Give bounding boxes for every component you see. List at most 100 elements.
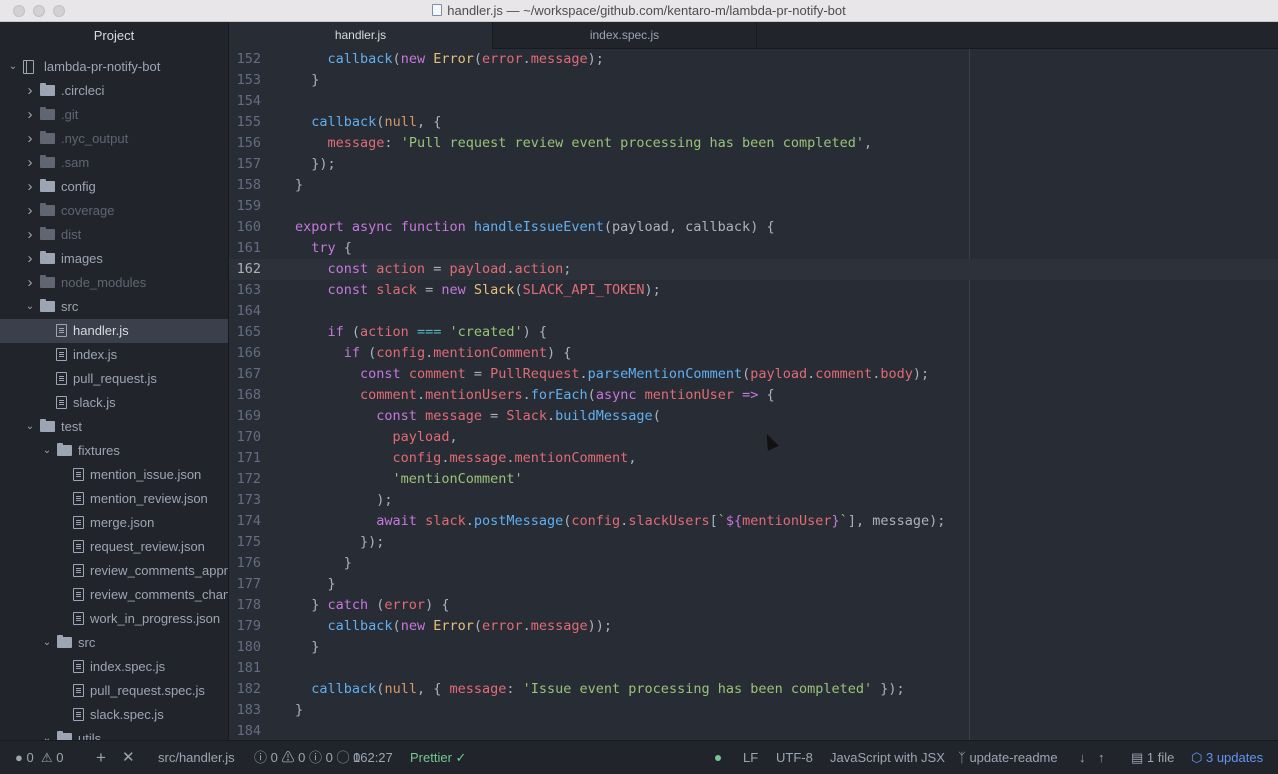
tree-file-item[interactable]: review_comments_appro [0, 559, 228, 583]
chevron-right-icon[interactable]: › [25, 151, 35, 175]
tree-folder-item[interactable]: › dist [0, 223, 228, 247]
tree-file-item[interactable]: mention_review.json [0, 487, 228, 511]
tree-folder-item[interactable]: › .sam [0, 151, 228, 175]
tree-file-item[interactable]: work_in_progress.json [0, 607, 228, 631]
line-number[interactable]: 172 [229, 469, 261, 490]
tree-file-item[interactable]: pull_request.js [0, 367, 228, 391]
linter-status[interactable]: ⓘ 0 ⚠ 0 ⓘ 0 ◯ 0 [254, 741, 360, 774]
line-number[interactable]: 183 [229, 700, 261, 721]
tree-file-item[interactable]: slack.spec.js [0, 703, 228, 727]
tree-folder-item[interactable]: › config [0, 175, 228, 199]
line-number[interactable]: 184 [229, 721, 261, 740]
tree-folder-item[interactable]: › images [0, 247, 228, 271]
chevron-right-icon[interactable]: › [25, 103, 35, 127]
chevron-down-icon[interactable]: ⌄ [25, 415, 35, 439]
line-number[interactable]: 181 [229, 658, 261, 679]
tree-folder-item[interactable]: ⌄ test [0, 415, 228, 439]
chevron-down-icon[interactable]: ⌄ [42, 439, 52, 463]
code-token: message [449, 450, 507, 466]
tree-file-item[interactable]: mention_issue.json [0, 463, 228, 487]
line-ending[interactable]: LF [743, 741, 758, 774]
push-icon[interactable]: ↑ [1098, 741, 1105, 774]
line-number[interactable]: 168 [229, 385, 261, 406]
line-number[interactable]: 166 [229, 343, 261, 364]
tree-file-item[interactable]: request_review.json [0, 535, 228, 559]
tree-file-item[interactable]: handler.js [0, 319, 228, 343]
tree-folder-item[interactable]: ⌄ lambda-pr-notify-bot [0, 55, 228, 79]
tree-file-item[interactable]: slack.js [0, 391, 228, 415]
line-number[interactable]: 176 [229, 553, 261, 574]
code-line: 177 } [229, 574, 1278, 595]
grammar-selector[interactable]: JavaScript with JSX [830, 741, 945, 774]
line-number[interactable]: 171 [229, 448, 261, 469]
chevron-down-icon[interactable]: ⌄ [42, 727, 52, 740]
tab-index-spec-js[interactable]: index.spec.js [493, 22, 757, 49]
line-number[interactable]: 160 [229, 217, 261, 238]
tree-folder-item[interactable]: › coverage [0, 199, 228, 223]
tree-folder-item[interactable]: ⌄ fixtures [0, 439, 228, 463]
file-path[interactable]: src/handler.js [158, 741, 235, 774]
line-number[interactable]: 165 [229, 322, 261, 343]
chevron-down-icon[interactable]: ⌄ [25, 295, 35, 319]
chevron-down-icon[interactable]: ⌄ [42, 631, 52, 655]
line-number[interactable]: 156 [229, 133, 261, 154]
line-number[interactable]: 177 [229, 574, 261, 595]
chevron-right-icon[interactable]: › [25, 79, 35, 103]
line-number[interactable]: 182 [229, 679, 261, 700]
chevron-right-icon[interactable]: › [25, 223, 35, 247]
line-number[interactable]: 167 [229, 364, 261, 385]
chevron-down-icon[interactable]: ⌄ [8, 55, 18, 79]
line-number[interactable]: 155 [229, 112, 261, 133]
line-number[interactable]: 169 [229, 406, 261, 427]
git-branch[interactable]: ᛉ update-readme [958, 741, 1058, 774]
tab-handler-js[interactable]: handler.js [229, 22, 493, 50]
tree-folder-item[interactable]: › node_modules [0, 271, 228, 295]
tree-folder-item[interactable]: › .circleci [0, 79, 228, 103]
line-number[interactable]: 153 [229, 70, 261, 91]
line-number[interactable]: 164 [229, 301, 261, 322]
cursor-position[interactable]: 162:27 [353, 741, 393, 774]
line-number[interactable]: 179 [229, 616, 261, 637]
line-number[interactable]: 162 [229, 259, 261, 280]
line-number[interactable]: 158 [229, 175, 261, 196]
tree-folder-item[interactable]: ⌄ src [0, 295, 228, 319]
tree-folder-item[interactable]: › .git [0, 103, 228, 127]
tree-folder-item[interactable]: › .nyc_output [0, 127, 228, 151]
line-number[interactable]: 170 [229, 427, 261, 448]
line-number[interactable]: 175 [229, 532, 261, 553]
line-number[interactable]: 161 [229, 238, 261, 259]
chevron-right-icon[interactable]: › [25, 271, 35, 295]
tree-file-item[interactable]: pull_request.spec.js [0, 679, 228, 703]
chevron-right-icon[interactable]: › [25, 247, 35, 271]
project-header[interactable]: Project [0, 22, 228, 49]
chevron-right-icon[interactable]: › [25, 199, 35, 223]
line-number[interactable]: 154 [229, 91, 261, 112]
chevron-right-icon[interactable]: › [25, 175, 35, 199]
git-changes[interactable]: ▤ 1 file [1131, 741, 1174, 774]
prettier-status[interactable]: Prettier ✓ [410, 741, 466, 774]
code-editor[interactable]: 152 callback(new Error(error.message); 15… [229, 49, 1278, 740]
add-icon[interactable]: + [96, 741, 106, 774]
line-number[interactable]: 173 [229, 490, 261, 511]
tree-folder-item[interactable]: ⌄ utils [0, 727, 228, 740]
tree-file-item[interactable]: index.spec.js [0, 655, 228, 679]
line-number[interactable]: 152 [229, 49, 261, 70]
code-token: . [547, 408, 556, 424]
line-number[interactable]: 174 [229, 511, 261, 532]
tree-file-item[interactable]: review_comments_chan [0, 583, 228, 607]
fetch-pull-icon[interactable]: ↓ [1079, 741, 1086, 774]
line-number[interactable]: 178 [229, 595, 261, 616]
code-token: } [295, 576, 336, 592]
line-number[interactable]: 159 [229, 196, 261, 217]
line-number[interactable]: 157 [229, 154, 261, 175]
tree-file-item[interactable]: merge.json [0, 511, 228, 535]
updates-link[interactable]: ⬡ 3 updates [1191, 741, 1263, 774]
encoding[interactable]: UTF-8 [776, 741, 813, 774]
diagnostics-summary[interactable]: ● 0 ⚠ 0 [15, 741, 63, 774]
close-icon[interactable]: ✕ [122, 741, 135, 774]
tree-folder-item[interactable]: ⌄ src [0, 631, 228, 655]
tree-file-item[interactable]: index.js [0, 343, 228, 367]
line-number[interactable]: 163 [229, 280, 261, 301]
chevron-right-icon[interactable]: › [25, 127, 35, 151]
line-number[interactable]: 180 [229, 637, 261, 658]
